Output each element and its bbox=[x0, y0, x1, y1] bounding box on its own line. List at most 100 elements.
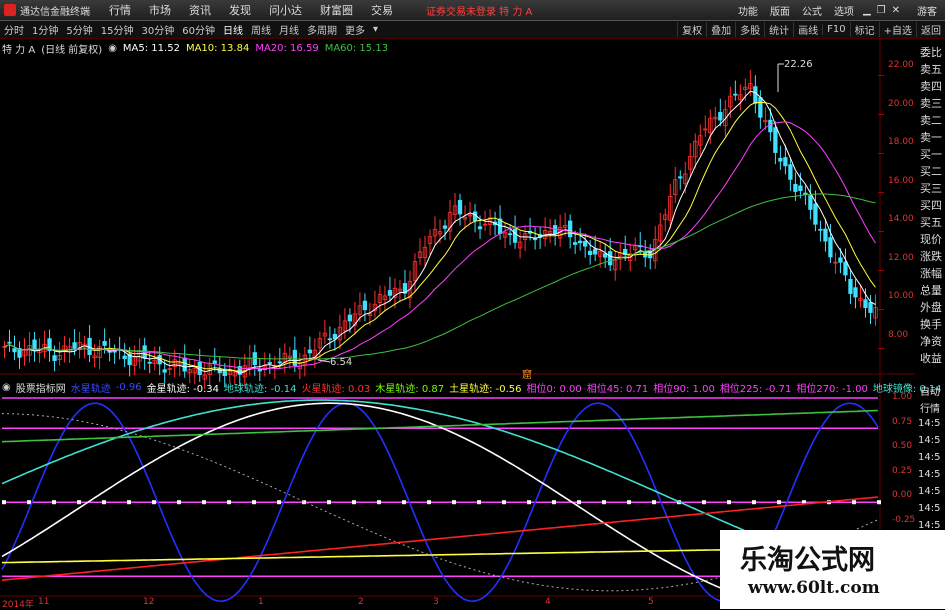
app-logo-icon bbox=[4, 4, 16, 16]
candle-body bbox=[237, 366, 242, 375]
multi-stock-button[interactable]: 多股 bbox=[735, 22, 764, 37]
candle-body bbox=[347, 314, 353, 322]
tick-time: 14:5 bbox=[918, 486, 941, 497]
event-marker[interactable]: 窟 bbox=[522, 366, 532, 381]
period-tab-weekly[interactable]: 周线 bbox=[247, 22, 275, 37]
candle-body bbox=[527, 230, 533, 234]
menu-item-options[interactable]: 选项 bbox=[828, 3, 860, 18]
candle-body bbox=[858, 297, 863, 301]
guest-label[interactable]: 游客 bbox=[903, 3, 945, 18]
candle-body bbox=[362, 300, 368, 311]
indicator-value: 地球轨迹: -0.14 bbox=[224, 384, 297, 395]
back-button[interactable]: 返回 bbox=[916, 22, 945, 37]
menu-item-layout[interactable]: 版面 bbox=[764, 3, 796, 18]
chart-mode: (日线 前复权) bbox=[41, 45, 103, 56]
candle-body bbox=[693, 140, 698, 158]
ma-line-ma5 bbox=[4, 90, 876, 374]
time-tick-label: 1 bbox=[258, 597, 264, 607]
period-tab-15min[interactable]: 15分钟 bbox=[97, 22, 138, 37]
menu-item-formula[interactable]: 公式 bbox=[796, 3, 828, 18]
price-tick-label: 18.00 bbox=[888, 137, 914, 147]
period-tab-more[interactable]: 更多 bbox=[341, 22, 369, 37]
candle-body bbox=[633, 245, 638, 251]
quote-field-label: 卖一 bbox=[920, 131, 942, 144]
candle-body bbox=[708, 117, 713, 134]
candle-body bbox=[467, 214, 473, 217]
close-icon[interactable]: ✕ bbox=[889, 5, 903, 16]
quote-field-label: 买二 bbox=[920, 165, 942, 178]
candle-body bbox=[257, 369, 262, 372]
chevron-down-icon[interactable]: ▾ bbox=[369, 24, 382, 35]
period-tab-5min[interactable]: 5分钟 bbox=[62, 22, 96, 37]
indicator-value: 相位45: 0.71 bbox=[586, 384, 649, 395]
indicator-value: 火星轨迹: 0.03 bbox=[301, 384, 371, 395]
stats-button[interactable]: 统计 bbox=[764, 22, 793, 37]
candle-body bbox=[598, 250, 603, 257]
period-tab-multi[interactable]: 多周期 bbox=[303, 22, 341, 37]
candle-body bbox=[828, 237, 833, 258]
draw-button[interactable]: 画线 bbox=[793, 22, 822, 37]
candle-body bbox=[307, 349, 313, 354]
candle-body bbox=[52, 355, 57, 361]
app-title: 通达信金融终端 bbox=[20, 6, 90, 18]
candle-body bbox=[82, 343, 87, 348]
period-tab-30min[interactable]: 30分钟 bbox=[137, 22, 178, 37]
add-watchlist-button[interactable]: +自选 bbox=[878, 22, 916, 37]
price-tick-label: 8.00 bbox=[888, 329, 909, 340]
period-tab-monthly[interactable]: 月线 bbox=[275, 22, 303, 37]
adjust-button[interactable]: 复权 bbox=[677, 22, 706, 37]
candle-body bbox=[7, 341, 12, 344]
menu-item-function[interactable]: 功能 bbox=[732, 3, 764, 18]
f10-button[interactable]: F10 bbox=[822, 24, 849, 35]
phase-marker bbox=[677, 500, 681, 505]
candle-body bbox=[628, 253, 633, 261]
candle-body bbox=[127, 353, 132, 366]
candle-body bbox=[67, 346, 72, 353]
candle-body bbox=[532, 238, 538, 241]
candle-body bbox=[422, 246, 428, 259]
menu-item-trade[interactable]: 交易 bbox=[362, 2, 402, 18]
candle-body bbox=[247, 357, 252, 369]
phase-marker bbox=[27, 500, 31, 505]
quotes-label[interactable]: 行情 bbox=[918, 401, 945, 418]
auto-label[interactable]: 自动 bbox=[918, 384, 945, 401]
candle-body bbox=[578, 240, 583, 244]
candle-body bbox=[2, 346, 7, 348]
candle-body bbox=[547, 230, 553, 235]
candle-body bbox=[212, 360, 217, 364]
settings-icon[interactable]: ◉ bbox=[108, 43, 117, 54]
candle-body bbox=[177, 362, 182, 366]
sub-settings-icon[interactable]: ◉ bbox=[2, 382, 11, 393]
restore-icon[interactable]: ❐ bbox=[874, 5, 889, 16]
menu-item-market[interactable]: 市场 bbox=[140, 2, 180, 18]
overlay-button[interactable]: 叠加 bbox=[706, 22, 735, 37]
candle-body bbox=[658, 224, 663, 242]
period-tab-daily[interactable]: 日线 bbox=[219, 22, 247, 37]
period-tab-1min[interactable]: 1分钟 bbox=[28, 22, 62, 37]
candle-body bbox=[432, 228, 438, 237]
menu-item-discover[interactable]: 发现 bbox=[220, 2, 260, 18]
menu-item-news[interactable]: 资讯 bbox=[180, 2, 220, 18]
watermark-title: 乐淘公式网 bbox=[740, 545, 875, 576]
kline-chart[interactable] bbox=[0, 0, 945, 609]
candle-body bbox=[833, 261, 838, 264]
candle-body bbox=[337, 326, 343, 341]
grid-lines bbox=[0, 38, 915, 600]
ma-line-ma10 bbox=[4, 101, 876, 372]
candle-body bbox=[778, 157, 783, 162]
menu-bar: 通达信金融终端 行情 市场 资讯 发现 问小达 财富圈 交易 证券交易未登录 特… bbox=[0, 0, 945, 21]
minimize-icon[interactable]: ▁ bbox=[860, 5, 874, 16]
period-tab-intraday[interactable]: 分时 bbox=[0, 22, 28, 37]
candle-body bbox=[102, 341, 107, 346]
candle-body bbox=[72, 342, 77, 349]
mark-button[interactable]: 标记 bbox=[849, 22, 879, 37]
candle-body bbox=[167, 368, 172, 370]
menu-item-wealth[interactable]: 财富圈 bbox=[311, 2, 362, 18]
menu-item-ask[interactable]: 问小达 bbox=[260, 2, 311, 18]
period-tab-60min[interactable]: 60分钟 bbox=[178, 22, 219, 37]
candle-body bbox=[823, 228, 828, 242]
menu-item-quotes[interactable]: 行情 bbox=[100, 2, 140, 18]
tick-time: 14:5 bbox=[918, 435, 941, 446]
indicator-value: 水星轨迹 bbox=[70, 384, 111, 395]
candle-body bbox=[638, 245, 643, 248]
